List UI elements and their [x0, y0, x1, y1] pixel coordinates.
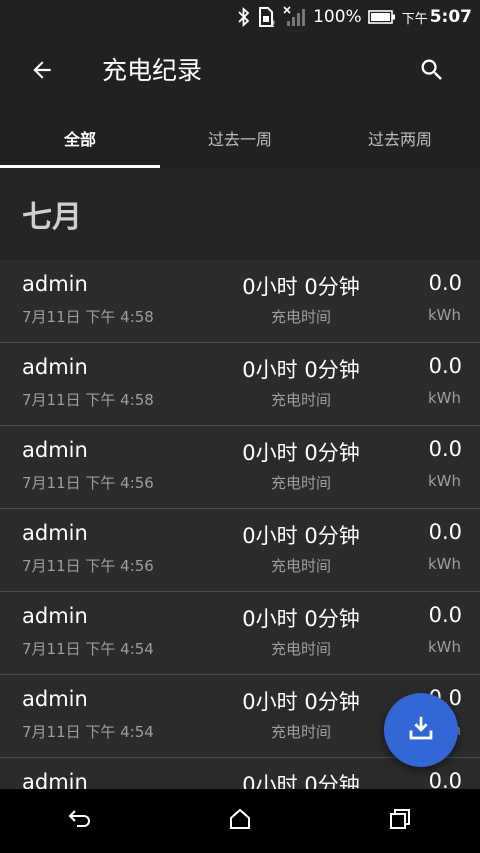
tab-all[interactable]: 全部: [0, 108, 160, 168]
nav-recents-button[interactable]: [370, 791, 430, 851]
battery-percent: 100%: [313, 7, 362, 27]
record-energy: 0.0: [428, 520, 462, 544]
list-item[interactable]: admin 7月11日 下午 4:58 0小时 0分钟 充电时间 0.0 kWh: [0, 260, 480, 343]
home-icon: [228, 807, 252, 835]
signal-off-icon: [283, 6, 307, 28]
clock-time: 5:07: [429, 7, 472, 27]
system-nav-bar: [0, 789, 480, 853]
record-energy-unit: kWh: [427, 555, 461, 573]
record-datetime: 7月11日 下午 4:58: [22, 308, 154, 326]
nav-home-button[interactable]: [210, 791, 270, 851]
record-datetime: 7月11日 下午 4:58: [22, 391, 154, 409]
battery-full-icon: [367, 9, 396, 25]
record-duration-label: 充电时间: [270, 391, 331, 409]
record-user: admin: [22, 687, 88, 711]
record-duration: 0小时 0分钟: [242, 275, 360, 299]
list-item[interactable]: admin 7月11日 下午 4:54 0小时 0分钟 充电时间 0.0 kWh: [0, 592, 480, 675]
record-energy: 0.0: [428, 354, 462, 378]
tab-past-two-weeks[interactable]: 过去两周: [320, 108, 480, 168]
record-energy: 0.0: [428, 271, 462, 295]
record-duration-label: 充电时间: [270, 557, 331, 575]
filter-tabs: 全部 过去一周 过去两周: [0, 108, 480, 168]
record-energy-unit: kWh: [427, 638, 461, 656]
record-datetime: 7月11日 下午 4:54: [22, 640, 154, 658]
sim-card-icon: !: [257, 6, 277, 28]
record-duration-label: 充电时间: [270, 308, 331, 326]
search-button[interactable]: [414, 54, 450, 90]
record-duration-label: 充电时间: [270, 474, 331, 492]
time-prefix: 下午: [401, 11, 428, 27]
download-icon: [406, 713, 436, 747]
recents-icon: [388, 807, 412, 835]
page-title: 充电纪录: [102, 56, 203, 85]
record-duration: 0小时 0分钟: [242, 607, 360, 631]
record-user: admin: [22, 604, 88, 628]
record-user: admin: [22, 521, 88, 545]
bluetooth-icon: [237, 7, 251, 27]
svg-text:!: !: [272, 20, 276, 28]
record-datetime: 7月11日 下午 4:54: [22, 723, 154, 741]
nav-back-button[interactable]: [50, 791, 110, 851]
download-button[interactable]: [384, 693, 458, 767]
arrow-back-icon: [29, 57, 55, 87]
record-duration-label: 充电时间: [270, 640, 331, 658]
list-item[interactable]: admin 7月11日 下午 4:56 0小时 0分钟 充电时间 0.0 kWh: [0, 509, 480, 592]
record-datetime: 7月11日 下午 4:56: [22, 474, 154, 492]
record-duration: 0小时 0分钟: [242, 690, 360, 714]
list-item[interactable]: admin 7月11日 下午 4:58 0小时 0分钟 充电时间 0.0 kWh: [0, 343, 480, 426]
record-energy-unit: kWh: [427, 306, 461, 324]
record-energy-unit: kWh: [427, 472, 461, 490]
record-duration-label: 充电时间: [270, 723, 331, 741]
record-user: admin: [22, 770, 88, 789]
record-duration: 0小时 0分钟: [242, 441, 360, 465]
record-user: admin: [22, 355, 88, 379]
search-icon: [418, 56, 446, 88]
record-duration: 0小时 0分钟: [242, 524, 360, 548]
tab-past-week[interactable]: 过去一周: [160, 108, 320, 168]
record-energy-unit: kWh: [427, 389, 461, 407]
list-item[interactable]: admin 7月11日 下午 4:56 0小时 0分钟 充电时间 0.0 kWh: [0, 426, 480, 509]
back-nav-icon: [67, 807, 93, 835]
record-energy: 0.0: [428, 769, 462, 789]
month-section-header: 七月: [0, 168, 480, 260]
record-duration: 0小时 0分钟: [242, 773, 360, 789]
record-datetime: 7月11日 下午 4:56: [22, 557, 154, 575]
record-energy: 0.0: [428, 603, 462, 627]
app-bar: 充电纪录: [0, 34, 480, 108]
status-bar: ! 100% 下午 5:07: [0, 0, 480, 34]
back-button[interactable]: [24, 54, 60, 90]
record-user: admin: [22, 438, 88, 462]
record-user: admin: [22, 272, 88, 296]
record-duration: 0小时 0分钟: [242, 358, 360, 382]
record-energy: 0.0: [428, 437, 462, 461]
